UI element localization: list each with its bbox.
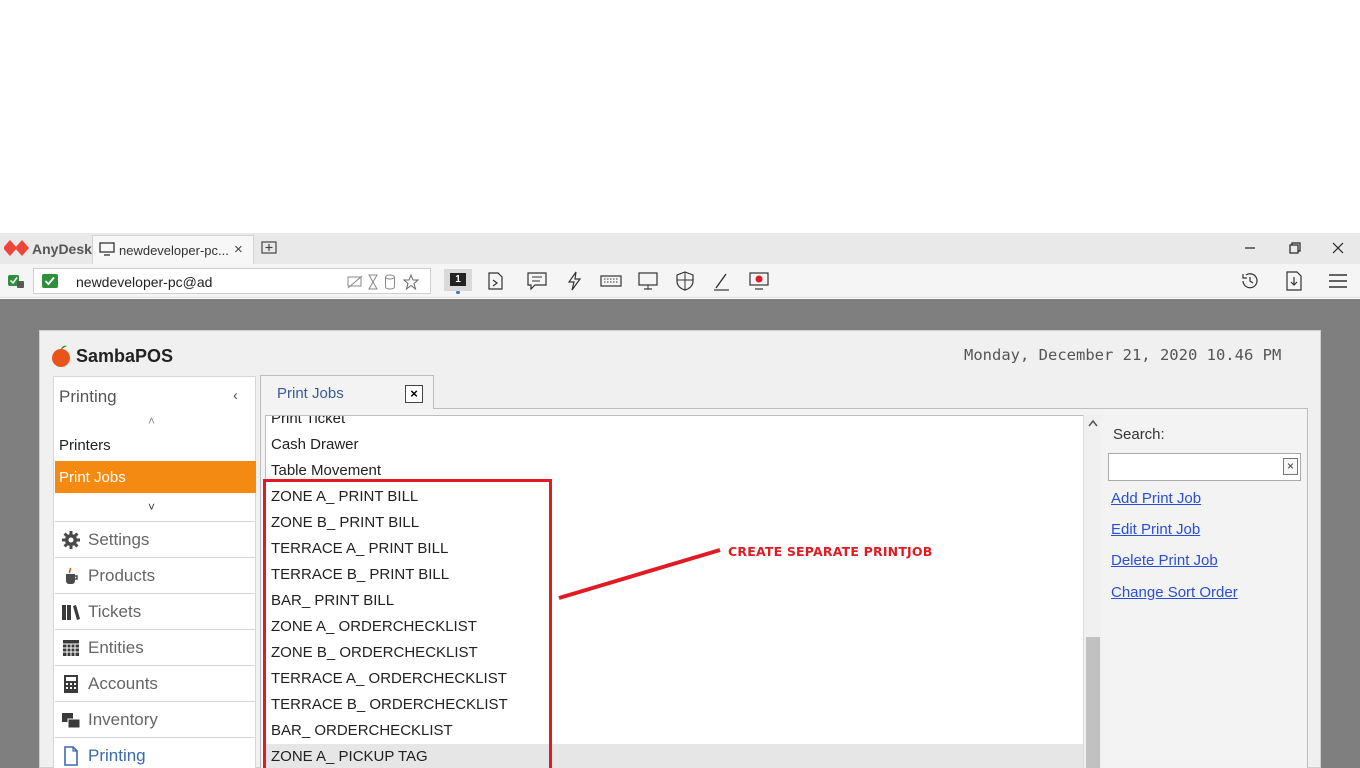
header-datetime: Monday, December 21, 2020 10.46 PM <box>964 346 1282 364</box>
scroll-up-arrow-icon[interactable] <box>1088 419 1098 427</box>
close-tab-button[interactable]: × <box>405 385 423 403</box>
close-window-icon[interactable] <box>1329 239 1347 257</box>
list-item[interactable]: Cash Drawer <box>266 432 1084 458</box>
sidebar-item-label: Accounts <box>88 674 158 693</box>
sambapos-logo-icon <box>52 345 70 367</box>
hourglass-icon[interactable] <box>367 274 379 290</box>
search-input[interactable] <box>1111 456 1281 478</box>
add-print-job-link[interactable]: Add Print Job <box>1111 490 1201 507</box>
sidebar-item-settings[interactable]: Settings <box>55 521 255 556</box>
change-sort-order-link[interactable]: Change Sort Order <box>1111 584 1238 601</box>
clear-search-button[interactable]: × <box>1283 458 1298 475</box>
sidebar-item-tickets[interactable]: Tickets <box>55 593 255 628</box>
anydesk-logo-icon <box>4 240 29 256</box>
sidebar-item-label: Inventory <box>88 710 158 729</box>
tab-print-jobs[interactable]: Print Jobs × <box>260 375 434 409</box>
grid-icon <box>63 640 79 656</box>
annotation-label: CREATE SEPARATE PRINTJOB <box>728 544 933 559</box>
tab-label: Print Jobs <box>277 385 344 402</box>
sidebar-item-label: Tickets <box>88 602 142 621</box>
session-monitor-button[interactable]: 1 <box>444 269 472 294</box>
sidebar-item-print-jobs[interactable]: Print Jobs <box>55 461 256 493</box>
document-icon <box>64 746 78 766</box>
anydesk-toolbar: newdeveloper-pc@ad 1 <box>0 264 1360 298</box>
sidebar-item-products[interactable]: Products <box>55 557 255 592</box>
calculator-icon <box>64 675 78 693</box>
sidebar-item-inventory[interactable]: Inventory <box>55 701 255 736</box>
sidebar-title: Printing <box>59 387 117 406</box>
sidebar-item-label: Settings <box>88 530 150 549</box>
minimize-icon[interactable] <box>1241 239 1259 257</box>
sidebar-item-label: Printing <box>88 746 146 765</box>
actions-lightning-icon[interactable] <box>564 271 586 291</box>
search-label: Search: <box>1113 426 1165 443</box>
sidebar-item-label: Products <box>88 566 156 585</box>
chat-icon[interactable] <box>526 271 548 291</box>
anydesk-brand: AnyDesk <box>32 241 92 257</box>
annotation-highlight-box <box>263 479 552 768</box>
search-box: × <box>1108 453 1301 481</box>
connection-status-icon <box>8 275 24 288</box>
sidebar-item-entities[interactable]: Entities <box>55 629 255 664</box>
sidebar-item-accounts[interactable]: Accounts <box>55 665 255 700</box>
favorite-star-icon[interactable] <box>403 274 419 290</box>
sidebar-item-printers[interactable]: Printers <box>59 437 111 454</box>
list-scrollbar[interactable] <box>1083 415 1101 768</box>
navigation-sidebar: Printing ‹ ˄ Printers Print Jobs ˅ Setti… <box>53 376 256 768</box>
file-transfer-icon[interactable] <box>485 271 507 291</box>
books-icon <box>62 605 80 620</box>
session-number: 1 <box>450 273 466 286</box>
edit-print-job-link[interactable]: Edit Print Job <box>1111 521 1200 538</box>
scrollbar-thumb[interactable] <box>1086 637 1100 768</box>
display-icon[interactable] <box>637 271 659 291</box>
keyboard-icon[interactable] <box>600 271 622 291</box>
address-text: newdeveloper-pc@ad <box>76 274 213 290</box>
address-bar[interactable]: newdeveloper-pc@ad <box>33 268 431 294</box>
gear-icon <box>62 531 80 549</box>
whiteboard-pen-icon[interactable] <box>711 271 733 291</box>
sidebar-item-label: Entities <box>88 638 144 657</box>
delete-print-job-link[interactable]: Delete Print Job <box>1111 552 1218 569</box>
permissions-shield-icon[interactable] <box>674 271 696 291</box>
close-tab-icon[interactable]: × <box>234 241 243 258</box>
disabled-display-icon[interactable] <box>347 274 363 290</box>
inventory-icon <box>62 713 81 729</box>
session-tab[interactable]: newdeveloper-pc... × <box>92 235 254 264</box>
verified-check-icon <box>42 274 58 288</box>
scroll-down-icon[interactable]: ˅ <box>148 500 155 514</box>
sambapos-window: SambaPOS Monday, December 21, 2020 10.46… <box>39 330 1321 768</box>
storage-icon[interactable] <box>384 274 396 290</box>
collapse-sidebar-icon[interactable]: ‹ <box>233 387 238 404</box>
session-tab-label: newdeveloper-pc... <box>119 243 229 258</box>
history-icon[interactable] <box>1239 271 1261 291</box>
record-screen-icon[interactable] <box>748 271 770 291</box>
list-item[interactable]: Print Ticket <box>266 416 1084 432</box>
anydesk-tab-bar: AnyDesk newdeveloper-pc... × <box>0 233 1360 264</box>
restore-icon[interactable] <box>1286 239 1304 257</box>
download-icon[interactable] <box>1283 271 1305 291</box>
sidebar-item-label: Print Jobs <box>59 469 126 486</box>
sidebar-item-printing[interactable]: Printing <box>55 737 255 768</box>
monitor-icon <box>99 242 115 256</box>
sambapos-brand: SambaPOS <box>76 346 174 366</box>
scroll-up-icon[interactable]: ˄ <box>148 414 155 428</box>
cup-icon <box>66 567 78 584</box>
hamburger-menu-icon[interactable] <box>1327 271 1349 291</box>
new-tab-icon[interactable] <box>261 240 277 256</box>
